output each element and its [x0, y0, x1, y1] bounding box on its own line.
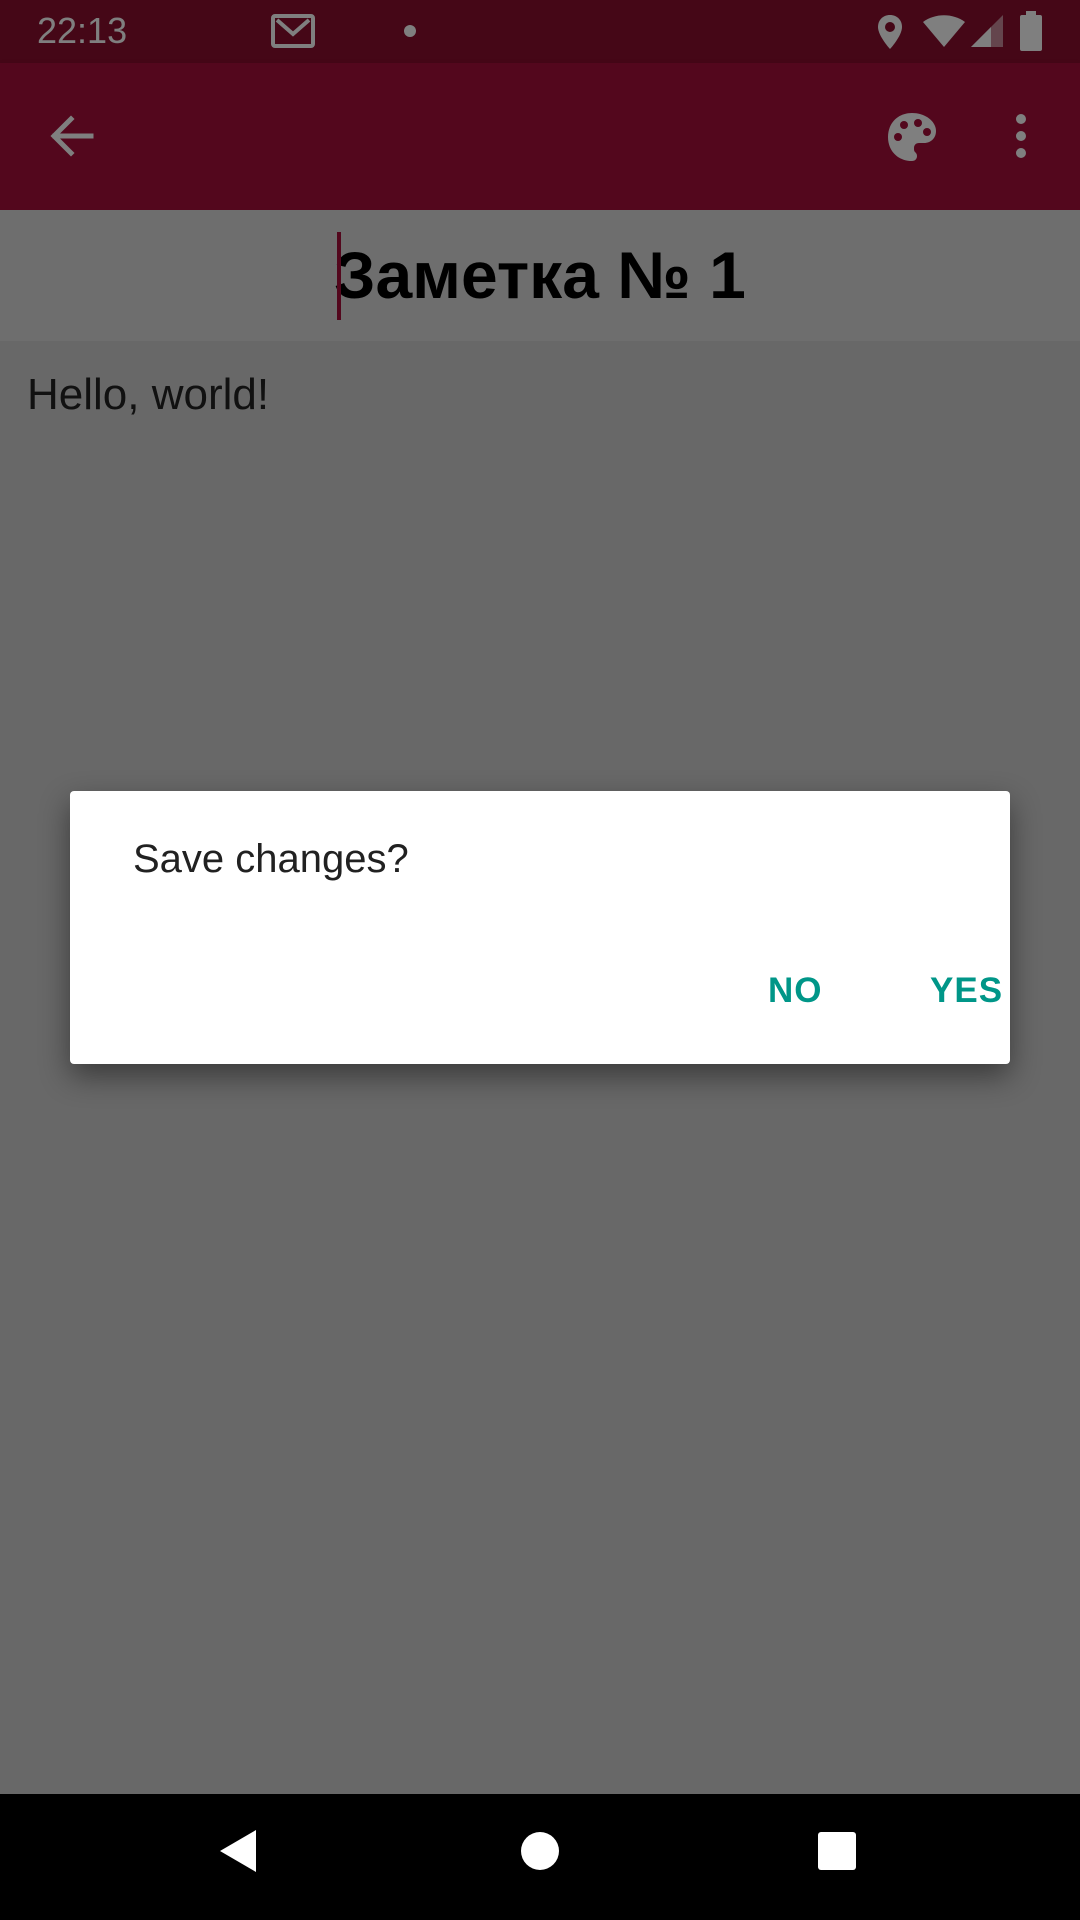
nav-back-icon[interactable]: [218, 1828, 258, 1879]
no-button[interactable]: NO: [746, 956, 845, 1026]
yes-button[interactable]: YES: [908, 956, 1025, 1026]
nav-recents-icon[interactable]: [817, 1831, 857, 1876]
nav-home-icon[interactable]: [520, 1831, 560, 1876]
navigation-bar: [0, 1794, 1080, 1920]
save-changes-dialog: Save changes? NO YES: [70, 791, 1010, 1064]
dialog-message: Save changes?: [133, 837, 409, 881]
